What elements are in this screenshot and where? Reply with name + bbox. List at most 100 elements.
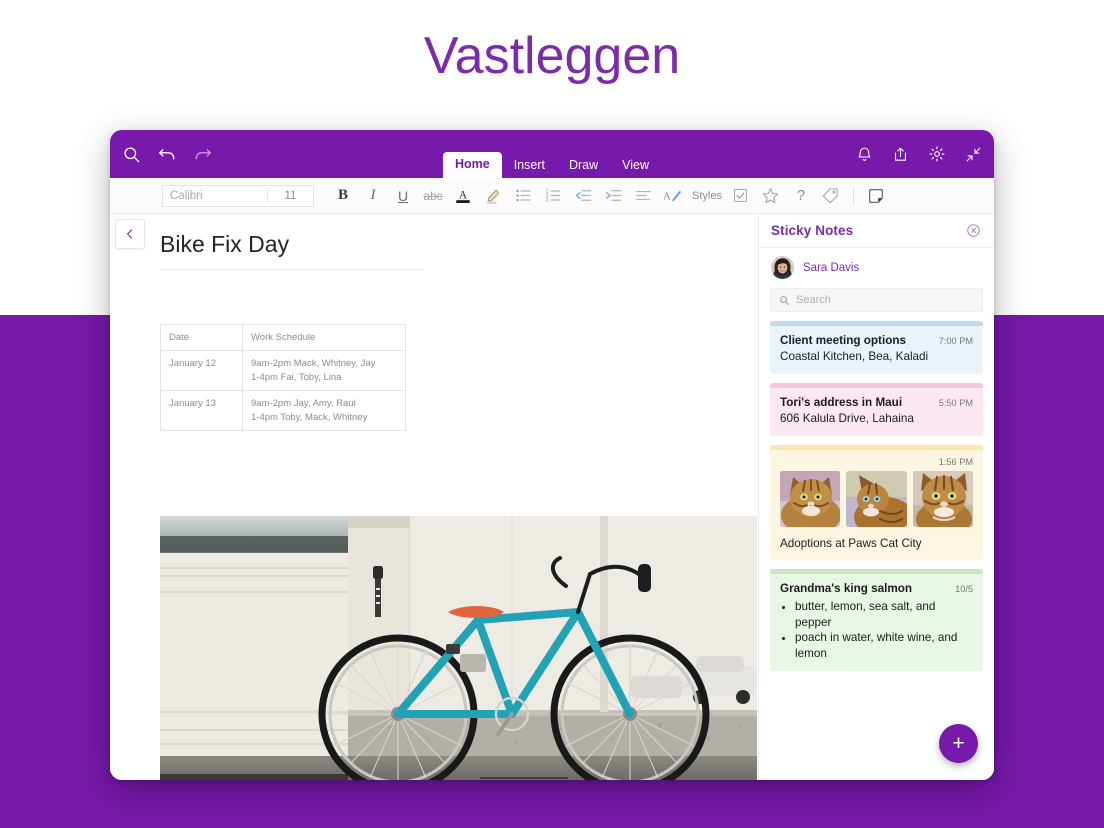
sticky-notes-user[interactable]: Sara Davis <box>759 248 994 285</box>
note-text: Coastal Kitchen, Bea, Kaladi <box>780 349 973 365</box>
note-timestamp: 5:50 PM <box>939 398 973 408</box>
search-input[interactable]: Search <box>770 288 983 312</box>
underline-button[interactable]: U <box>388 181 418 211</box>
sticky-note-icon[interactable] <box>861 181 891 211</box>
formatting-toolbar: Calibri 11 B I U abc A <box>110 178 994 214</box>
font-color-button[interactable]: A <box>448 181 478 211</box>
bicycle-photo[interactable] <box>160 516 757 780</box>
bengal-cat-2-image[interactable] <box>846 471 906 527</box>
schedule-line: 1-4pm Fai, Toby, Lina <box>251 371 397 384</box>
ribbon-tabs: Home Insert Draw View <box>443 152 661 179</box>
styles-icon[interactable]: A <box>658 181 688 211</box>
sticky-notes-username: Sara Davis <box>803 262 859 274</box>
tab-view[interactable]: View <box>610 153 661 179</box>
bold-button[interactable]: B <box>328 181 358 211</box>
note-timestamp: 10/5 <box>955 584 973 594</box>
close-circle-icon[interactable] <box>966 223 981 238</box>
schedule-line: 1-4pm Toby, Mack, Whitney <box>251 411 397 424</box>
avatar <box>771 256 794 279</box>
note-title: Client meeting options <box>780 333 906 348</box>
note-body: 1:56 PM <box>770 450 983 561</box>
note-body: Client meeting options 7:00 PM Coastal K… <box>770 326 983 374</box>
font-name-input[interactable]: Calibri <box>163 190 267 202</box>
note-bullet-list: butter, lemon, sea salt, and pepper poac… <box>782 599 973 663</box>
note-title: Tori's address in Maui <box>780 395 902 410</box>
work-schedule-table[interactable]: Date Work Schedule January 12 9am-2pm Ma… <box>160 324 406 431</box>
search-placeholder: Search <box>796 294 831 306</box>
tab-insert[interactable]: Insert <box>502 153 557 179</box>
undo-icon[interactable] <box>157 144 177 164</box>
font-size-input[interactable]: 11 <box>267 190 313 202</box>
cell-schedule: 9am-2pm Jay, Amy, Raul 1-4pm Toby, Mack,… <box>243 391 406 431</box>
note-body: Grandma's king salmon 10/5 butter, lemon… <box>770 574 983 671</box>
search-icon[interactable] <box>122 145 141 164</box>
note-text: Adoptions at Paws Cat City <box>780 536 973 552</box>
back-button[interactable] <box>115 219 145 249</box>
note-title: Grandma's king salmon <box>780 581 912 596</box>
sticky-notes-header: Sticky Notes <box>759 214 994 248</box>
table-header-row: Date Work Schedule <box>161 325 406 351</box>
table-header-date: Date <box>161 325 243 351</box>
help-icon[interactable]: ? <box>786 181 816 211</box>
note-timestamp: 7:00 PM <box>939 336 973 346</box>
checkbox-icon[interactable] <box>726 181 756 211</box>
numbered-list-icon[interactable]: 123 <box>538 181 568 211</box>
redo-icon[interactable] <box>193 144 213 164</box>
schedule-line: 9am-2pm Mack, Whitney, Jay <box>251 357 397 370</box>
collapse-icon[interactable] <box>965 146 982 163</box>
add-note-button[interactable]: + <box>939 724 978 763</box>
list-item[interactable]: Client meeting options 7:00 PM Coastal K… <box>770 321 983 374</box>
share-icon[interactable] <box>892 146 909 163</box>
page-title: Vastleggen <box>0 26 1104 86</box>
styles-label[interactable]: Styles <box>688 181 726 211</box>
cell-schedule: 9am-2pm Mack, Whitney, Jay 1-4pm Fai, To… <box>243 351 406 391</box>
table-row: January 13 9am-2pm Jay, Amy, Raul 1-4pm … <box>161 391 406 431</box>
sticky-notes-title: Sticky Notes <box>771 223 853 238</box>
table-header-schedule: Work Schedule <box>243 325 406 351</box>
document-pane: Bike Fix Day Date Work Schedule January … <box>110 214 758 780</box>
increase-indent-icon[interactable] <box>598 181 628 211</box>
align-left-icon[interactable] <box>628 181 658 211</box>
note-header: Grandma's king salmon 10/5 <box>780 581 973 596</box>
cell-date: January 12 <box>161 351 243 391</box>
toolbar-divider <box>853 187 854 205</box>
strikethrough-button[interactable]: abc <box>418 181 448 211</box>
tag-icon[interactable] <box>816 181 846 211</box>
cell-date: January 13 <box>161 391 243 431</box>
note-header: Tori's address in Maui 5:50 PM <box>780 395 973 410</box>
tab-draw[interactable]: Draw <box>557 153 610 179</box>
highlighter-icon[interactable] <box>478 181 508 211</box>
search-icon <box>779 295 790 306</box>
ribbon-header: Home Insert Draw View <box>110 130 994 178</box>
gear-icon[interactable] <box>928 145 946 163</box>
note-timestamp: 1:56 PM <box>780 457 973 467</box>
app-body: Bike Fix Day Date Work Schedule January … <box>110 214 994 780</box>
list-item[interactable]: Grandma's king salmon 10/5 butter, lemon… <box>770 569 983 671</box>
table-row: January 12 9am-2pm Mack, Whitney, Jay 1-… <box>161 351 406 391</box>
tab-home[interactable]: Home <box>443 152 502 179</box>
font-controls: Calibri 11 <box>162 185 314 207</box>
bell-icon[interactable] <box>856 146 873 163</box>
list-item[interactable]: Tori's address in Maui 5:50 PM 606 Kalul… <box>770 383 983 436</box>
list-item[interactable]: 1:56 PM <box>770 445 983 561</box>
app-window: Home Insert Draw View <box>110 130 994 780</box>
note-bullet: poach in water, white wine, and lemon <box>795 630 973 662</box>
sticky-notes-panel: Sticky Notes <box>758 214 994 780</box>
star-icon[interactable] <box>756 181 786 211</box>
sticky-notes-list: Client meeting options 7:00 PM Coastal K… <box>759 321 994 671</box>
svg-text:A: A <box>663 190 671 202</box>
bulleted-list-icon[interactable] <box>508 181 538 211</box>
note-body: Tori's address in Maui 5:50 PM 606 Kalul… <box>770 388 983 436</box>
note-header: Client meeting options 7:00 PM <box>780 333 973 348</box>
decrease-indent-icon[interactable] <box>568 181 598 211</box>
svg-text:3: 3 <box>545 198 548 204</box>
note-text: 606 Kalula Drive, Lahaina <box>780 411 973 427</box>
bengal-cat-3-image[interactable] <box>913 471 973 527</box>
svg-text:A: A <box>459 188 468 201</box>
italic-button[interactable]: I <box>358 181 388 211</box>
schedule-line: 9am-2pm Jay, Amy, Raul <box>251 397 397 410</box>
note-images <box>780 471 973 527</box>
bengal-cat-1-image[interactable] <box>780 471 840 527</box>
document-title[interactable]: Bike Fix Day <box>160 231 424 270</box>
note-bullet: butter, lemon, sea salt, and pepper <box>795 599 973 631</box>
